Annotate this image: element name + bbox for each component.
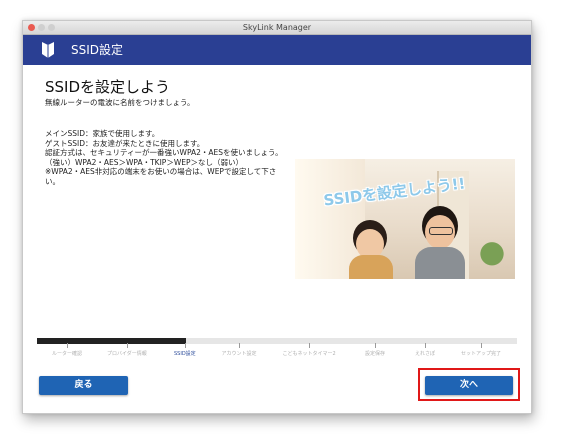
step-label: セットアップ完了 <box>461 351 502 357</box>
step-label: アカウント設定 <box>221 351 257 357</box>
window-title: SkyLink Manager <box>242 23 312 32</box>
step-label: SSID設定 <box>174 351 196 357</box>
page-title: SSIDを設定しよう <box>45 78 171 96</box>
step-label: ルーター確認 <box>52 351 83 357</box>
ssid-description: メインSSID：家族で使用します。 ゲストSSID：お友達が来たときに使用します… <box>45 129 283 187</box>
beginner-mark-icon <box>42 42 54 58</box>
step-tick <box>67 343 68 348</box>
description-line: メインSSID：家族で使用します。 <box>45 129 160 138</box>
next-button-highlight <box>418 368 520 401</box>
promo-image: SSIDを設定しよう!! <box>295 159 515 279</box>
step-tick <box>127 343 128 348</box>
progress-fill <box>37 338 186 344</box>
step-label: プロバイダー情報 <box>107 351 147 357</box>
description-line: ゲストSSID：お友達が来たときに使用します。 <box>45 138 205 148</box>
header-title: SSID設定 <box>71 43 124 57</box>
window-titlebar[interactable]: SkyLink Manager <box>23 21 531 35</box>
step-tick <box>425 343 426 348</box>
step-tick <box>375 343 376 348</box>
step-label: 設定保存 <box>365 351 386 357</box>
step-label: こどもネットタイマー2 <box>282 351 336 357</box>
page-subtitle: 無線ルーターの電波に名前をつけましょう。 <box>45 98 195 107</box>
description-line: 認証方式は、セキュリティーが一番強いWPA2・AESを使いましょう。 <box>45 148 283 158</box>
back-button[interactable]: 戻る <box>39 376 128 395</box>
step-tick <box>309 343 310 348</box>
app-window: SkyLink Manager SSID設定 SSIDを設定しよう 無線ルーター… <box>22 20 532 414</box>
step-label: えれさぽ <box>415 351 436 357</box>
setup-progress-bar <box>37 338 517 344</box>
step-tick <box>185 343 186 348</box>
step-tick <box>481 343 482 348</box>
description-line: （強い）WPA2・AES＞WPA・TKIP＞WEP＞なし（弱い） <box>45 157 243 167</box>
page-header: SSID設定 <box>23 35 531 65</box>
description-line: ※WPA2・AES非対応の端末をお使いの場合は、WEPで設定して下さい。 <box>45 167 277 186</box>
step-tick <box>239 343 240 348</box>
